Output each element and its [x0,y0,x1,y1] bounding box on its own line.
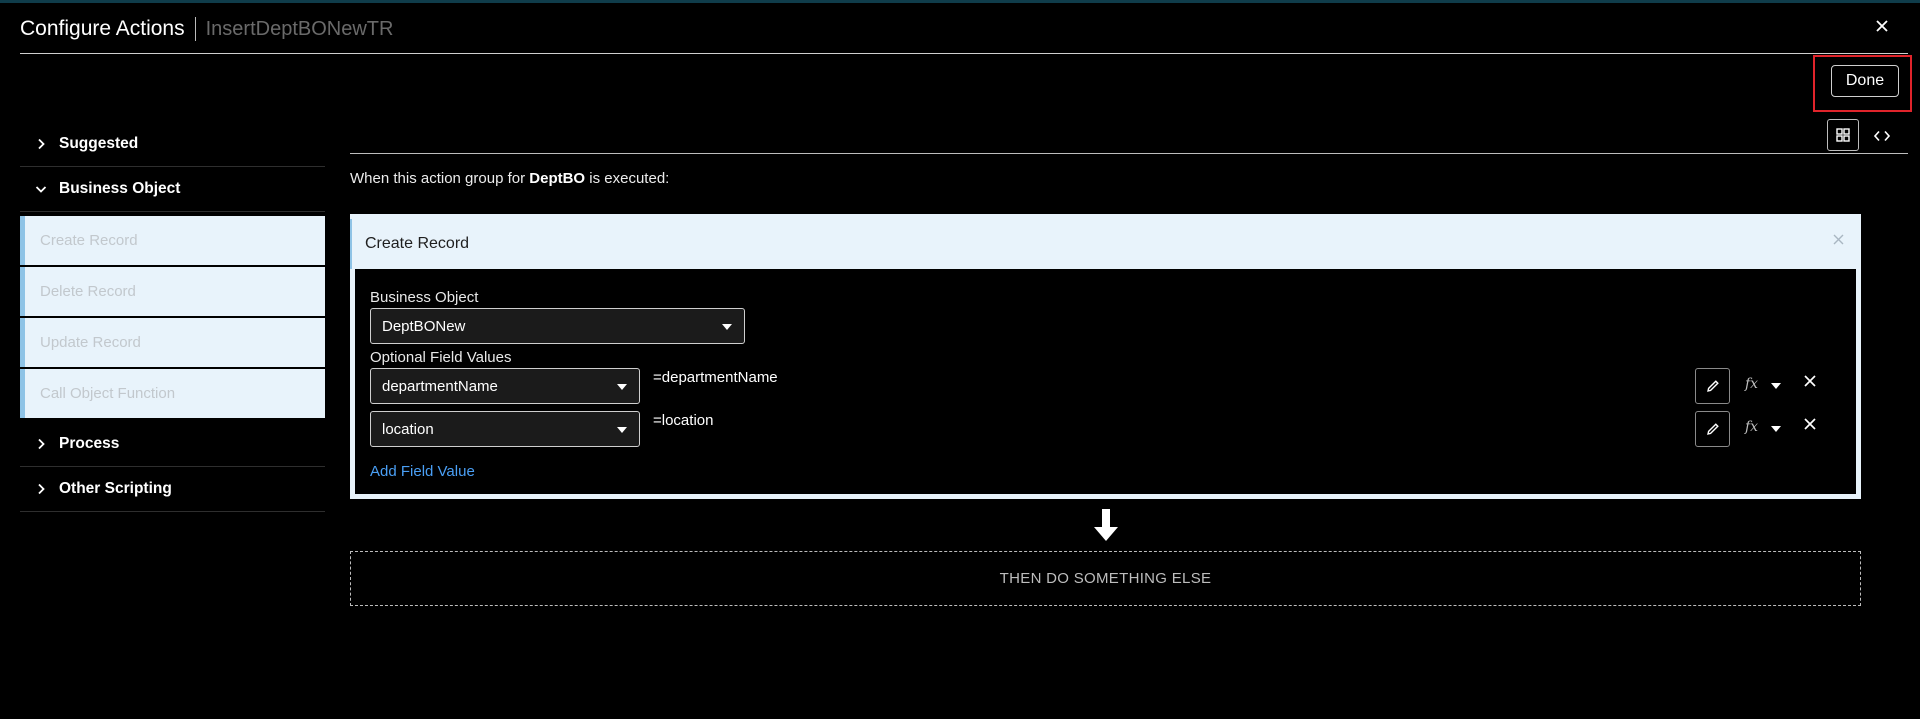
chevron-right-icon [34,137,48,151]
card-title: Create Record [365,235,470,252]
sidebar-item-update-record[interactable]: Update Record [20,318,325,367]
header-divider [20,53,1908,54]
close-icon [1804,418,1816,430]
intro-object-name: DeptBO [529,170,586,187]
edit-expression-button[interactable] [1695,411,1730,447]
remove-action-button[interactable] [1833,232,1844,250]
add-next-action-dropzone[interactable]: THEN DO SOMETHING ELSE [350,551,1861,606]
design-view-button[interactable] [1827,119,1859,151]
business-object-value: DeptBONew [382,317,466,335]
grid-icon [1836,128,1850,142]
dialog-header: Configure Actions InsertDeptBONewTR [20,14,393,44]
chevron-right-icon [34,482,48,496]
function-icon[interactable]: fx [1745,376,1758,392]
chevron-right-icon [34,437,48,451]
create-record-card: Create Record Business Object DeptBONew … [350,214,1861,499]
sidebar-item-delete-record[interactable]: Delete Record [20,267,325,316]
field-expression[interactable]: =departmentName [653,369,778,386]
then-label: THEN DO SOMETHING ELSE [999,570,1212,587]
field-name-select[interactable]: departmentName [370,368,640,404]
sidebar-section-label: Other Scripting [59,480,172,497]
function-icon[interactable]: fx [1745,419,1758,435]
close-icon [1833,234,1844,245]
action-chain-intro: When this action group for DeptBO is exe… [350,170,669,187]
sidebar-section-process[interactable]: Process [20,422,325,467]
field-name-select[interactable]: location [370,411,640,447]
done-button[interactable]: Done [1831,65,1899,97]
pencil-icon [1706,423,1719,435]
remove-field-button[interactable] [1804,374,1816,392]
dialog-subtitle: InsertDeptBONewTR [205,17,394,40]
chevron-down-icon [617,427,627,433]
chevron-down-icon [617,384,627,390]
close-icon [1876,20,1888,32]
field-expression[interactable]: =location [653,412,713,429]
chevron-down-icon[interactable] [1771,383,1781,389]
action-palette-sidebar: Suggested Business Object Create Record … [20,122,325,512]
field-name-value: location [382,420,434,438]
code-icon [1874,130,1890,142]
sidebar-section-business-object[interactable]: Business Object [20,167,325,212]
intro-suffix: is executed: [589,170,670,187]
sidebar-section-other-scripting[interactable]: Other Scripting [20,467,325,512]
top-accent-line [0,0,1920,3]
chevron-down-icon [722,324,732,330]
chevron-down-icon [34,182,48,196]
card-header[interactable]: Create Record [350,219,1856,269]
code-view-button[interactable] [1868,122,1896,150]
chevron-down-icon[interactable] [1771,426,1781,432]
remove-field-button[interactable] [1804,417,1816,435]
business-object-actions: Create Record Delete Record Update Recor… [20,216,325,418]
sidebar-item-create-record[interactable]: Create Record [20,216,325,265]
edit-expression-button[interactable] [1695,368,1730,404]
pencil-icon [1706,380,1719,392]
arrow-down-icon [1094,509,1118,541]
optional-field-values-label: Optional Field Values [370,349,512,366]
add-field-value-link[interactable]: Add Field Value [370,463,475,480]
dialog-title: Configure Actions [20,17,185,40]
sidebar-item-call-object-function[interactable]: Call Object Function [20,369,325,418]
main-divider [350,153,1908,154]
title-divider [194,17,196,41]
business-object-label: Business Object [370,289,479,306]
close-dialog-button[interactable] [1872,14,1892,38]
intro-prefix: When this action group for [350,170,526,187]
sidebar-section-label: Business Object [59,180,181,197]
sidebar-section-suggested[interactable]: Suggested [20,122,325,167]
business-object-select[interactable]: DeptBONew [370,308,745,344]
sidebar-section-label: Process [59,435,120,452]
field-name-value: departmentName [382,377,498,395]
close-icon [1804,375,1816,387]
sidebar-section-label: Suggested [59,135,139,152]
